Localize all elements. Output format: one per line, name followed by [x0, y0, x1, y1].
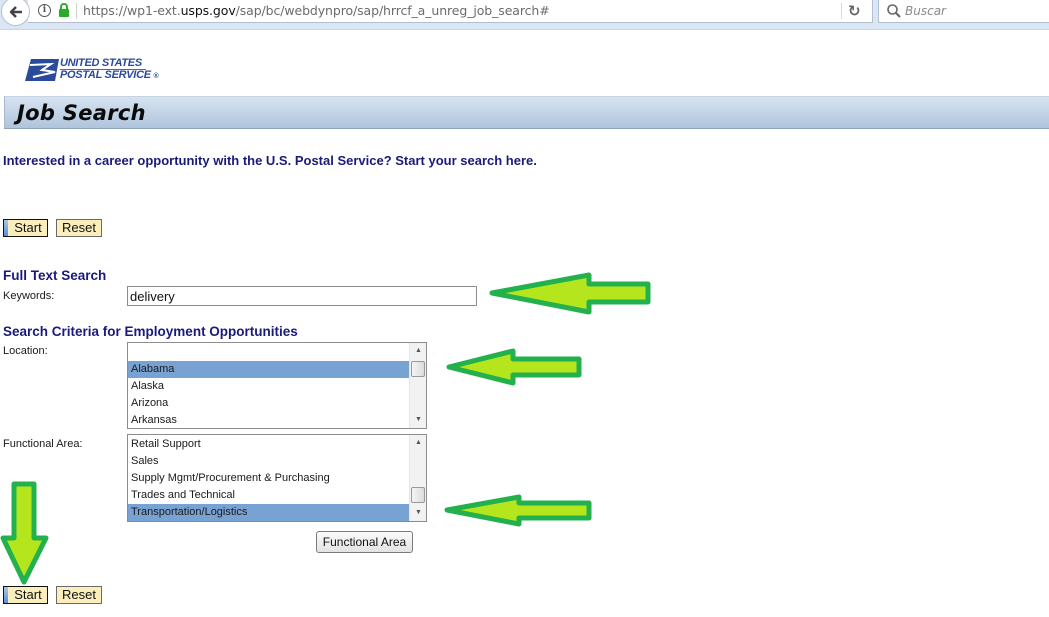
reload-separator — [841, 3, 842, 19]
fa-option-sales[interactable]: Sales — [128, 453, 410, 470]
annotation-arrow-keywords — [489, 272, 651, 315]
functional-area-scrollbar[interactable]: ▲ ▼ — [409, 435, 426, 521]
address-bar[interactable]: i https://wp1-ext.usps.gov/sap/bc/webdyn… — [28, 0, 873, 23]
logo-text: UNITED STATES POSTAL SERVICE ® — [60, 58, 159, 82]
scroll-down-icon[interactable]: ▼ — [410, 412, 426, 428]
start-button-bottom[interactable]: Start — [3, 586, 48, 604]
scroll-thumb[interactable] — [411, 487, 425, 503]
annotation-arrow-location — [446, 348, 582, 386]
page-header-bar: Job Search — [4, 96, 1049, 129]
functional-area-listbox[interactable]: Retail Support Sales Supply Mgmt/Procure… — [127, 434, 427, 522]
location-option-alabama[interactable]: Alabama — [128, 361, 410, 378]
location-listbox[interactable]: Alabama Alaska Arizona Arkansas ▲ ▼ — [127, 342, 427, 429]
page-title: Job Search — [17, 101, 146, 125]
usps-logo[interactable]: UNITED STATES POSTAL SERVICE ® — [25, 58, 165, 84]
fa-option-transportation-logistics[interactable]: Transportation/Logistics — [128, 504, 410, 521]
full-text-search-heading: Full Text Search — [3, 268, 107, 283]
url-text[interactable]: https://wp1-ext.usps.gov/sap/bc/webdynpr… — [83, 3, 550, 18]
intro-text: Interested in a career opportunity with … — [3, 153, 537, 168]
lock-icon[interactable] — [58, 3, 70, 17]
search-placeholder: Buscar — [905, 4, 946, 18]
location-scrollbar[interactable]: ▲ ▼ — [409, 343, 426, 428]
location-option-arkansas[interactable]: Arkansas — [128, 412, 410, 428]
back-arrow-icon — [9, 5, 22, 18]
scroll-up-icon[interactable]: ▲ — [410, 435, 426, 451]
location-option-alaska[interactable]: Alaska — [128, 378, 410, 395]
eagle-icon — [25, 59, 59, 81]
search-criteria-heading: Search Criteria for Employment Opportuni… — [3, 324, 298, 339]
location-option-arizona[interactable]: Arizona — [128, 395, 410, 412]
reload-icon[interactable]: ↻ — [848, 2, 861, 20]
annotation-arrow-functional-area — [444, 494, 592, 527]
functional-area-label: Functional Area: — [3, 438, 83, 450]
scroll-down-icon[interactable]: ▼ — [410, 505, 426, 521]
back-button[interactable] — [1, 0, 30, 26]
logo-line2: POSTAL SERVICE — [60, 69, 151, 81]
url-path: /sap/bc/webdynpro/sap/hrrcf_a_unreg_job_… — [235, 3, 550, 18]
location-label: Location: — [3, 345, 48, 357]
reset-button-top[interactable]: Reset — [56, 219, 102, 237]
scroll-thumb[interactable] — [411, 361, 425, 377]
fa-option-trades-technical[interactable]: Trades and Technical — [128, 487, 410, 504]
scroll-up-icon[interactable]: ▲ — [410, 343, 426, 359]
reset-button-bottom[interactable]: Reset — [56, 586, 102, 604]
keywords-label: Keywords: — [3, 290, 55, 302]
url-separator — [76, 3, 77, 19]
browser-search-box[interactable]: Buscar — [878, 0, 1049, 23]
url-domain: usps.gov — [180, 3, 236, 18]
url-prefix: https://wp1-ext. — [83, 3, 181, 18]
browser-toolbar: i https://wp1-ext.usps.gov/sap/bc/webdyn… — [0, 0, 1049, 30]
info-icon[interactable]: i — [38, 4, 51, 17]
fa-option-supply-mgmt[interactable]: Supply Mgmt/Procurement & Purchasing — [128, 470, 410, 487]
annotation-arrow-start — [0, 481, 49, 585]
registered-mark: ® — [153, 73, 159, 80]
functional-area-button[interactable]: Functional Area — [316, 531, 413, 553]
fa-option-retail-support[interactable]: Retail Support — [128, 436, 410, 453]
keywords-input[interactable] — [127, 286, 477, 306]
search-icon — [887, 4, 901, 18]
location-option-blank[interactable] — [128, 344, 410, 361]
start-button-top[interactable]: Start — [3, 219, 48, 237]
